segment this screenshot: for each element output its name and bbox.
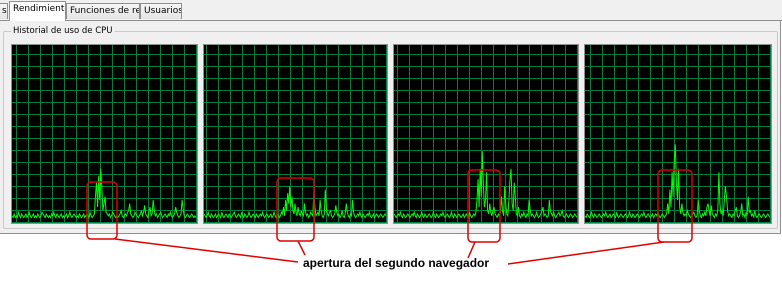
tab-procesos[interactable]: s [0,3,8,19]
arrow-line-1 [114,238,299,263]
cpu-graph-2-svg [204,45,387,223]
cpu-graph-4-svg [585,45,771,223]
cpu-history-title: Historial de uso de CPU [11,25,115,37]
cpu-usage-line [204,186,387,219]
cpu-graph-4 [584,44,772,224]
cpu-graph-3 [393,44,579,224]
annotation-label: apertura del segundo navegador [303,256,490,270]
cpu-graph-3-svg [394,45,578,223]
cpu-usage-line [585,144,771,220]
tab-usuarios[interactable]: Usuarios [140,3,182,19]
cpu-graph-1 [11,44,198,224]
arrow-line-2 [297,240,306,256]
cpu-graph-1-svg [12,45,197,223]
cpu-graph-2 [203,44,388,224]
tab-funciones-de-red[interactable]: Funciones de red [66,3,140,19]
tab-rendimiento[interactable]: Rendimiento [9,1,66,21]
tab-bar: s Rendimiento Funciones de red Usuarios [0,0,782,21]
arrow-line-4 [507,241,665,265]
